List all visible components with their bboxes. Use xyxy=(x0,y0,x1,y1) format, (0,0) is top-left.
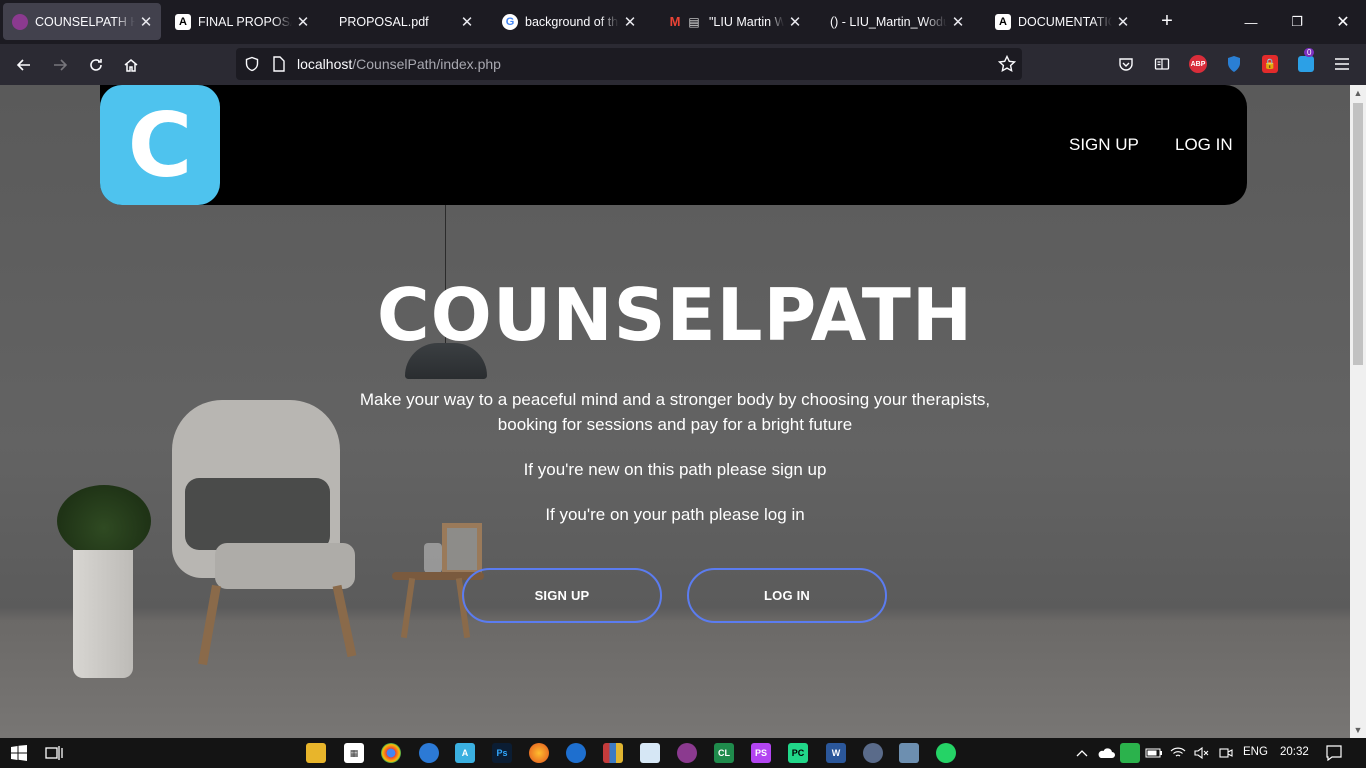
lock-extension-icon[interactable]: 🔒 xyxy=(1260,54,1280,74)
close-tab-icon[interactable]: ✕ xyxy=(460,13,474,31)
chair-seat-image xyxy=(215,543,355,589)
restore-icon[interactable]: ❐ xyxy=(1274,0,1320,44)
vase-image xyxy=(424,543,442,573)
log-in-button[interactable]: LOG IN xyxy=(687,568,887,623)
word-icon[interactable]: W xyxy=(826,743,846,763)
address-bar[interactable]: localhost/CounselPath/index.php xyxy=(236,48,1022,80)
firefox-icon[interactable] xyxy=(529,743,549,763)
counselpath-favicon-icon xyxy=(12,13,28,30)
phpstorm-icon[interactable]: PS xyxy=(751,743,771,763)
page-scrollbar[interactable]: ▲ ▼ xyxy=(1350,85,1366,738)
store-icon[interactable]: ▦ xyxy=(344,743,364,763)
meet-now-icon[interactable] xyxy=(1216,743,1236,763)
onedrive-icon[interactable] xyxy=(1096,743,1116,763)
close-tab-icon[interactable]: ✕ xyxy=(1116,13,1130,31)
task-view-icon[interactable] xyxy=(44,743,64,763)
whatsapp-icon[interactable] xyxy=(936,743,956,763)
photoshop-icon[interactable]: Ps xyxy=(492,743,512,763)
tray-app-icon[interactable] xyxy=(1120,743,1140,763)
gmail-favicon-icon: M xyxy=(669,14,681,29)
hero-description-line-1: Make your way to a peaceful mind and a s… xyxy=(359,390,991,409)
reader-view-icon[interactable] xyxy=(1152,54,1172,74)
scroll-down-arrow-icon[interactable]: ▼ xyxy=(1353,725,1363,735)
navigation-toolbar: localhost/CounselPath/index.php ABP 🔒 0 xyxy=(0,44,1366,85)
plant-pot-image xyxy=(73,550,133,678)
language-indicator[interactable]: ENG xyxy=(1243,746,1268,758)
tab-final-proposal[interactable]: A FINAL PROPOSAL RE ✕ xyxy=(166,3,318,40)
a-app-icon[interactable]: A xyxy=(455,743,475,763)
app-icon[interactable] xyxy=(863,743,883,763)
pycharm-icon[interactable]: PC xyxy=(788,743,808,763)
page-viewport: C SIGN UP LOG IN COUNSELPATH Make your w… xyxy=(0,85,1350,738)
forward-icon[interactable] xyxy=(45,50,75,80)
show-hidden-icons-icon[interactable] xyxy=(1072,743,1092,763)
wifi-icon[interactable] xyxy=(1168,743,1188,763)
google-favicon-icon: G xyxy=(502,13,518,30)
shield-extension-icon[interactable] xyxy=(1224,54,1244,74)
notification-badge: 0 xyxy=(1304,48,1315,57)
winrar-icon[interactable] xyxy=(603,743,623,763)
menu-hamburger-icon[interactable] xyxy=(1332,54,1352,74)
file-explorer-icon[interactable] xyxy=(306,743,326,763)
hero-sign-up-prompt: If you're new on this path please sign u… xyxy=(523,460,827,479)
minimize-icon[interactable]: — xyxy=(1228,0,1274,44)
clion-icon[interactable]: CL xyxy=(714,743,734,763)
windows-start-icon[interactable] xyxy=(9,743,29,763)
action-center-icon[interactable] xyxy=(1324,743,1344,763)
close-tab-icon[interactable]: ✕ xyxy=(139,13,153,31)
edge-icon[interactable] xyxy=(419,743,439,763)
header-log-in-link[interactable]: LOG IN xyxy=(1175,135,1233,155)
battery-icon[interactable] xyxy=(1144,743,1164,763)
reload-icon[interactable] xyxy=(81,50,111,80)
page-info-icon[interactable] xyxy=(272,56,286,77)
clock[interactable]: 20:32 xyxy=(1280,746,1309,758)
volume-muted-icon[interactable] xyxy=(1192,743,1212,763)
header-sign-up-link[interactable]: SIGN UP xyxy=(1069,135,1139,155)
back-icon[interactable] xyxy=(9,50,39,80)
hero-log-in-prompt: If you're on your path please log in xyxy=(545,505,805,524)
a-favicon-icon: A xyxy=(175,13,191,30)
new-tab-icon[interactable]: + xyxy=(1156,10,1178,32)
scroll-thumb[interactable] xyxy=(1353,103,1363,365)
a-favicon-icon: A xyxy=(995,13,1011,30)
close-tab-icon[interactable]: ✕ xyxy=(623,13,637,31)
close-tab-icon[interactable]: ✕ xyxy=(788,13,802,31)
tab-bar: COUNSELPATH HOME ✕ A FINAL PROPOSAL RE ✕… xyxy=(0,0,1366,44)
picture-frame-image xyxy=(442,523,482,575)
notification-extension-icon[interactable]: 0 xyxy=(1296,48,1316,74)
notepad-icon[interactable] xyxy=(640,743,660,763)
pocket-icon[interactable] xyxy=(1116,54,1136,74)
tab-liu-martin[interactable]: () - LIU_Martin_Wodulo_ ✕ xyxy=(821,3,973,40)
photos-icon[interactable] xyxy=(899,743,919,763)
hero-description-line-2: booking for sessions and pay for a brigh… xyxy=(497,415,853,434)
hero-title: COUNSELPATH xyxy=(376,273,974,357)
close-tab-icon[interactable]: ✕ xyxy=(951,13,965,31)
site-header: C SIGN UP LOG IN xyxy=(100,85,1247,205)
counselpath-app-icon[interactable] xyxy=(677,743,697,763)
sign-up-button[interactable]: SIGN UP xyxy=(462,568,662,623)
tab-proposal-pdf[interactable]: PROPOSAL.pdf ✕ xyxy=(330,3,482,40)
edge-beta-icon[interactable] xyxy=(566,743,586,763)
adblock-plus-icon[interactable]: ABP xyxy=(1188,54,1208,74)
tab-counselpath-home[interactable]: COUNSELPATH HOME ✕ xyxy=(3,3,161,40)
url-text[interactable]: localhost/CounselPath/index.php xyxy=(297,56,501,72)
tab-documentation[interactable]: A DOCUMENTATION C ✕ xyxy=(986,3,1138,40)
shield-icon[interactable] xyxy=(244,56,260,77)
windows-taskbar: ▦ A Ps CL PS PC W ENG 20:32 xyxy=(0,738,1366,768)
scroll-up-arrow-icon[interactable]: ▲ xyxy=(1353,88,1363,98)
tab-google-search[interactable]: G background of the s ✕ xyxy=(493,3,645,40)
close-tab-icon[interactable]: ✕ xyxy=(296,13,310,31)
site-logo[interactable]: C xyxy=(100,85,220,205)
bookmark-star-icon[interactable] xyxy=(997,54,1017,78)
tab-gmail-doc[interactable]: M ▤ "LIU Martin Wodulo ✕ xyxy=(658,3,810,40)
close-window-icon[interactable]: ✕ xyxy=(1320,0,1366,44)
home-icon[interactable] xyxy=(116,50,146,80)
document-icon: ▤ xyxy=(688,14,700,29)
chrome-icon[interactable] xyxy=(381,743,401,763)
